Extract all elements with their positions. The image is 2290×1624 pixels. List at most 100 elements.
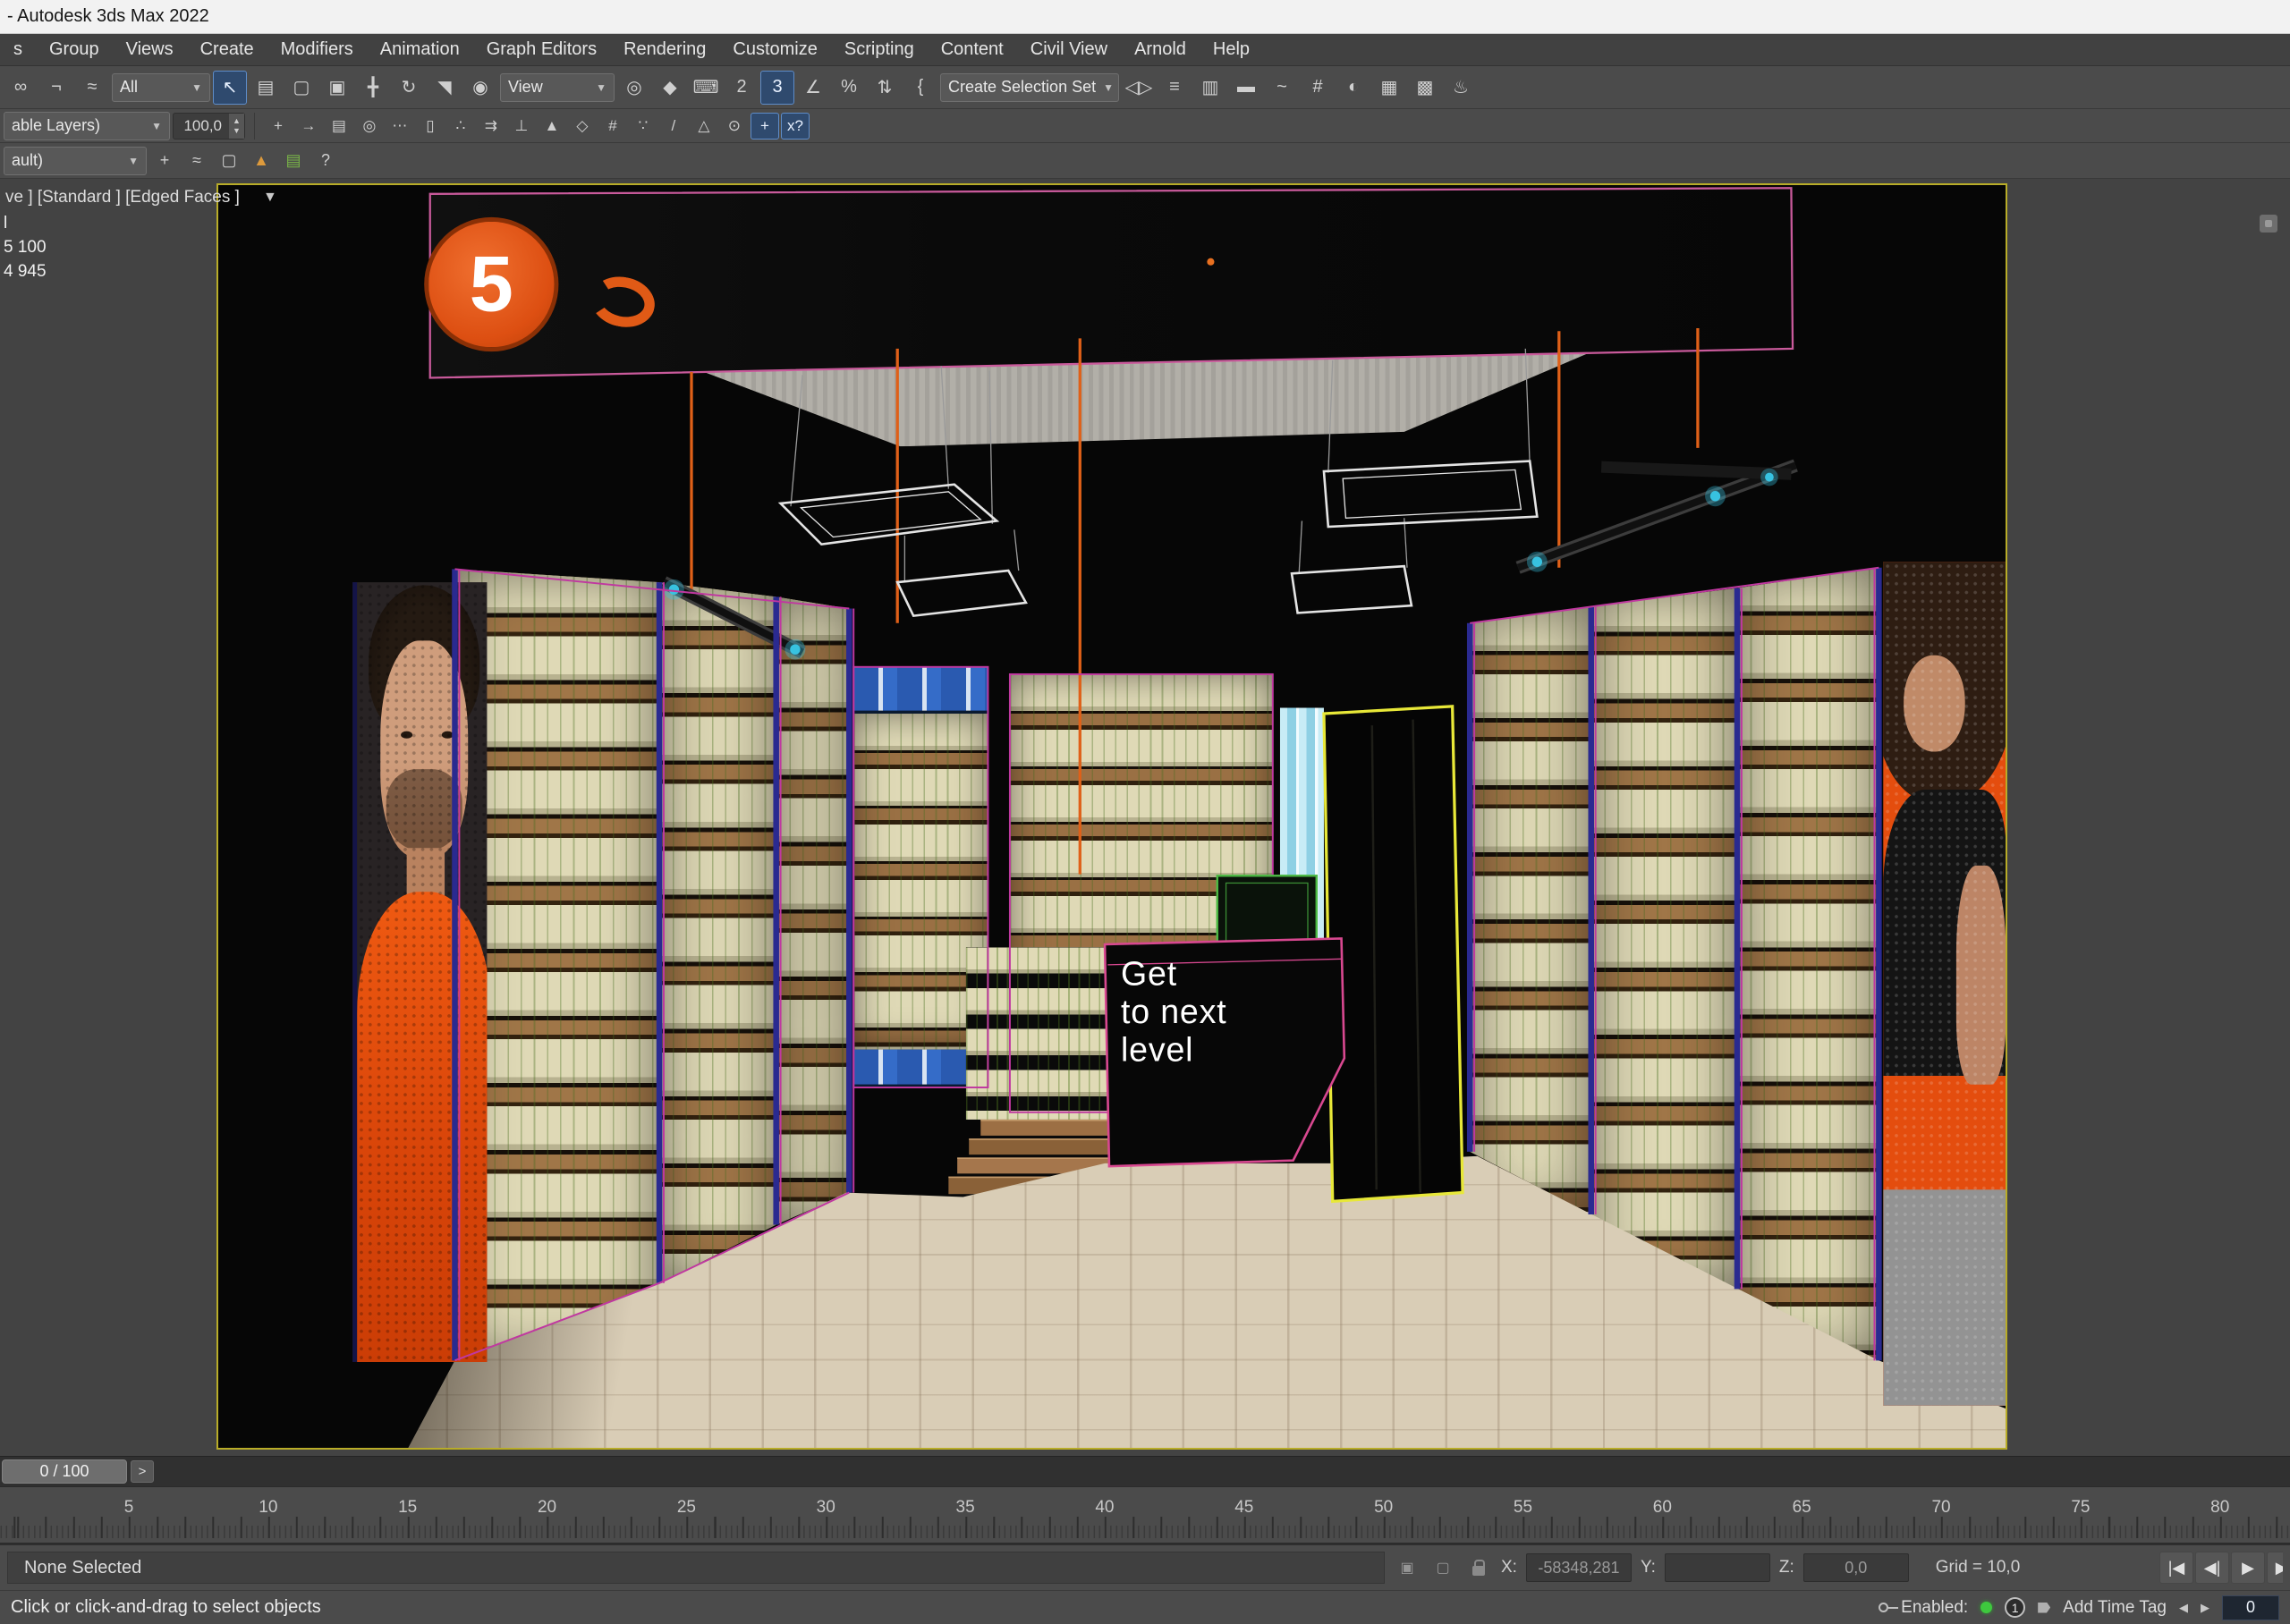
ghosting-icon[interactable]: ▢ xyxy=(214,147,244,175)
next-key-icon[interactable]: ▶ xyxy=(2201,1601,2209,1615)
layers-dropdown[interactable]: able Layers) ▼ xyxy=(4,112,170,140)
time-slider[interactable]: 0 / 100 > xyxy=(0,1456,2290,1486)
edge-snap-icon[interactable]: / xyxy=(659,113,688,140)
snap-hotkeys-icon[interactable]: x? xyxy=(781,113,810,140)
rendered-frame-window-icon[interactable]: ▩ xyxy=(1408,71,1442,105)
menu-item[interactable]: s xyxy=(0,39,36,60)
select-and-scale-icon[interactable]: ◥ xyxy=(428,71,462,105)
menu-item[interactable]: Views xyxy=(113,39,187,60)
menu-item[interactable]: Modifiers xyxy=(267,39,367,60)
play-animation-icon[interactable]: ▶ xyxy=(2231,1552,2265,1584)
z-coordinate-field[interactable]: 0,0 xyxy=(1803,1553,1909,1582)
isolate-selection-icon[interactable]: ▣ xyxy=(1394,1554,1421,1581)
help-icon[interactable]: ? xyxy=(310,147,341,175)
set-current-layer-icon[interactable]: ◎ xyxy=(355,113,384,140)
toggle-scene-explorer-icon[interactable]: ▥ xyxy=(1193,71,1227,105)
scene-notes-icon[interactable]: ▤ xyxy=(278,147,309,175)
set-key-icon[interactable] xyxy=(1879,1603,1888,1612)
keyboard-shortcut-override-icon[interactable]: ⌨ xyxy=(689,71,723,105)
named-selection-set-dropdown[interactable]: Create Selection Set ▼ xyxy=(940,73,1119,102)
array-icon[interactable]: ⋯ xyxy=(386,113,414,140)
time-slider-handle[interactable]: 0 / 100 xyxy=(2,1459,127,1484)
unlink-selection-icon[interactable]: ¬ xyxy=(39,71,73,105)
percent-snap-toggle-icon[interactable]: % xyxy=(832,71,866,105)
wave-display-icon[interactable]: ≈ xyxy=(182,147,212,175)
menu-item[interactable]: Rendering xyxy=(610,39,719,60)
select-and-place-icon[interactable]: ◉ xyxy=(463,71,497,105)
snaps-toggle-3d-icon[interactable]: 3 xyxy=(760,71,794,105)
viewport-label[interactable]: ve ] [Standard ] [Edged Faces ] xyxy=(5,188,240,207)
add-selection-to-layer-icon[interactable]: → xyxy=(294,113,323,140)
select-and-link-icon[interactable]: ∞ xyxy=(4,71,38,105)
toggle-ribbon-icon[interactable]: ▬ xyxy=(1229,71,1263,105)
use-pivot-point-center-icon[interactable]: ◎ xyxy=(617,71,651,105)
select-and-rotate-icon[interactable]: ↻ xyxy=(392,71,426,105)
snapshot-icon[interactable]: ▯ xyxy=(416,113,445,140)
window-titlebar[interactable]: - Autodesk 3ds Max 2022 xyxy=(0,0,2290,34)
render-setup-icon[interactable]: ▦ xyxy=(1372,71,1406,105)
select-and-manipulate-icon[interactable]: ◆ xyxy=(653,71,687,105)
pin-stack-icon[interactable]: + xyxy=(149,147,180,175)
filter-funnel-icon[interactable]: ▼ xyxy=(263,190,277,206)
menu-item[interactable]: Create xyxy=(187,39,267,60)
angle-snap-toggle-icon[interactable]: ∠ xyxy=(796,71,830,105)
offset-mode-icon[interactable]: ▢ xyxy=(1429,1554,1456,1581)
snaps-toggle-2d-icon[interactable]: 2 xyxy=(725,71,759,105)
default-set-dropdown[interactable]: ault) ▼ xyxy=(4,147,147,175)
viewport-corner-icon[interactable] xyxy=(2260,215,2277,233)
next-frame-button[interactable]: > xyxy=(131,1460,154,1483)
transform-value-field[interactable]: 100,0 ▲ ▼ xyxy=(173,113,245,140)
align-camera-icon[interactable]: ▲ xyxy=(538,113,566,140)
render-production-icon[interactable]: ♨ xyxy=(1444,71,1478,105)
align-icon[interactable]: ≡ xyxy=(1158,71,1192,105)
bind-to-space-warp-icon[interactable]: ≈ xyxy=(75,71,109,105)
curve-editor-icon[interactable]: ~ xyxy=(1265,71,1299,105)
menu-item[interactable]: Arnold xyxy=(1121,39,1200,60)
y-coordinate-field[interactable] xyxy=(1665,1553,1770,1582)
selection-lock-icon[interactable] xyxy=(1465,1554,1492,1581)
vertex-snap-icon[interactable]: ∵ xyxy=(629,113,657,140)
menu-item[interactable]: Scripting xyxy=(831,39,928,60)
face-snap-icon[interactable]: △ xyxy=(690,113,718,140)
material-editor-icon[interactable]: ◐ xyxy=(1336,71,1370,105)
menu-item[interactable]: Graph Editors xyxy=(473,39,610,60)
add-time-tag-label[interactable]: Add Time Tag xyxy=(2063,1598,2167,1618)
spinner-snap-toggle-icon[interactable]: ⇅ xyxy=(868,71,902,105)
current-frame-field[interactable]: 0 xyxy=(2222,1595,2279,1620)
schematic-view-icon[interactable]: # xyxy=(1301,71,1335,105)
create-new-layer-icon[interactable]: + xyxy=(264,113,293,140)
select-objects-in-layer-icon[interactable]: ▤ xyxy=(325,113,353,140)
track-bar[interactable]: 5101520253035404550556065707580 xyxy=(0,1486,2290,1544)
select-object-icon[interactable]: ↖ xyxy=(213,71,247,105)
spinner-arrows[interactable]: ▲ ▼ xyxy=(229,114,244,139)
select-and-move-icon[interactable]: ╋ xyxy=(356,71,390,105)
grid-snap-icon[interactable]: # xyxy=(598,113,627,140)
previous-frame-icon[interactable]: ◀| xyxy=(2195,1552,2229,1584)
pivot-snap-icon[interactable]: ⊙ xyxy=(720,113,749,140)
go-to-start-icon[interactable]: |◀ xyxy=(2159,1552,2193,1584)
window-crossing-toggle-icon[interactable]: ▣ xyxy=(320,71,354,105)
menu-item[interactable]: Civil View xyxy=(1017,39,1121,60)
normal-align-icon[interactable]: ⊥ xyxy=(507,113,536,140)
menu-item[interactable]: Animation xyxy=(367,39,473,60)
key-tangents-icon[interactable]: ▲ xyxy=(246,147,276,175)
previous-key-icon[interactable]: ◀ xyxy=(2179,1601,2188,1615)
rectangular-selection-region-icon[interactable]: ▢ xyxy=(284,71,318,105)
select-by-name-icon[interactable]: ▤ xyxy=(249,71,283,105)
reference-coordinate-system-dropdown[interactable]: View ▼ xyxy=(500,73,615,102)
go-to-end-icon[interactable]: ▶| xyxy=(2267,1552,2283,1584)
axis-constraints-icon[interactable]: + xyxy=(751,113,779,140)
menu-item[interactable]: Customize xyxy=(719,39,830,60)
clone-and-align-icon[interactable]: ⇉ xyxy=(477,113,505,140)
viewport[interactable]: ve ] [Standard ] [Edged Faces ] ▼ l5 100… xyxy=(0,179,2290,1456)
spinner-down-icon[interactable]: ▼ xyxy=(233,126,241,136)
x-coordinate-field[interactable]: -58348,281 xyxy=(1526,1553,1632,1582)
align-to-view-icon[interactable]: ◇ xyxy=(568,113,597,140)
spacing-tool-icon[interactable]: ∴ xyxy=(446,113,475,140)
edit-named-selection-sets-icon[interactable]: { xyxy=(903,71,937,105)
menu-item[interactable]: Help xyxy=(1200,39,1263,60)
selection-filter-dropdown[interactable]: All ▼ xyxy=(112,73,210,102)
menu-item[interactable]: Content xyxy=(928,39,1017,60)
spinner-up-icon[interactable]: ▲ xyxy=(233,116,241,126)
mirror-icon[interactable]: ◁▷ xyxy=(1122,71,1156,105)
